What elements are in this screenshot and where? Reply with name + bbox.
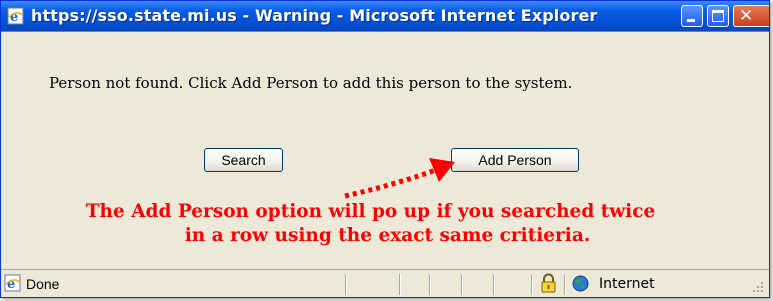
close-icon: ✕ <box>739 6 754 26</box>
dialog-content: Person not found. Click Add Person to ad… <box>1 31 769 270</box>
internet-explorer-icon: e <box>7 7 24 25</box>
ie-page-icon: e <box>4 274 21 292</box>
status-divider <box>399 274 400 295</box>
minimize-button[interactable] <box>681 5 703 27</box>
status-divider <box>531 274 532 295</box>
annotation-line-2: in a row using the exact same critieria. <box>184 225 591 246</box>
maximize-icon <box>712 10 724 22</box>
annotation-arrow-icon <box>344 158 455 199</box>
annotation-line-1: The Add Person option will po up if you … <box>85 201 656 222</box>
status-bar: e Done Internet <box>1 269 769 297</box>
status-divider <box>564 274 565 295</box>
status-divider <box>429 274 430 295</box>
status-divider <box>345 274 346 295</box>
minimize-icon <box>687 19 695 22</box>
resize-grip-icon[interactable] <box>749 278 765 294</box>
status-text: Done <box>26 276 60 292</box>
globe-icon[interactable] <box>572 275 589 292</box>
ie-warning-window: e https://sso.state.mi.us - Warning - Mi… <box>0 0 770 298</box>
status-divider <box>461 274 462 295</box>
close-button[interactable]: ✕ <box>733 5 769 27</box>
maximize-button[interactable] <box>707 5 729 27</box>
security-zone-label: Internet <box>599 276 655 292</box>
lock-icon[interactable] <box>540 273 557 293</box>
title-bar[interactable]: e https://sso.state.mi.us - Warning - Mi… <box>1 1 769 31</box>
search-button[interactable]: Search <box>204 148 283 172</box>
status-divider <box>493 274 494 295</box>
not-found-message: Person not found. Click Add Person to ad… <box>49 74 573 92</box>
add-person-button[interactable]: Add Person <box>451 148 579 172</box>
window-title: https://sso.state.mi.us - Warning - Micr… <box>31 6 598 25</box>
